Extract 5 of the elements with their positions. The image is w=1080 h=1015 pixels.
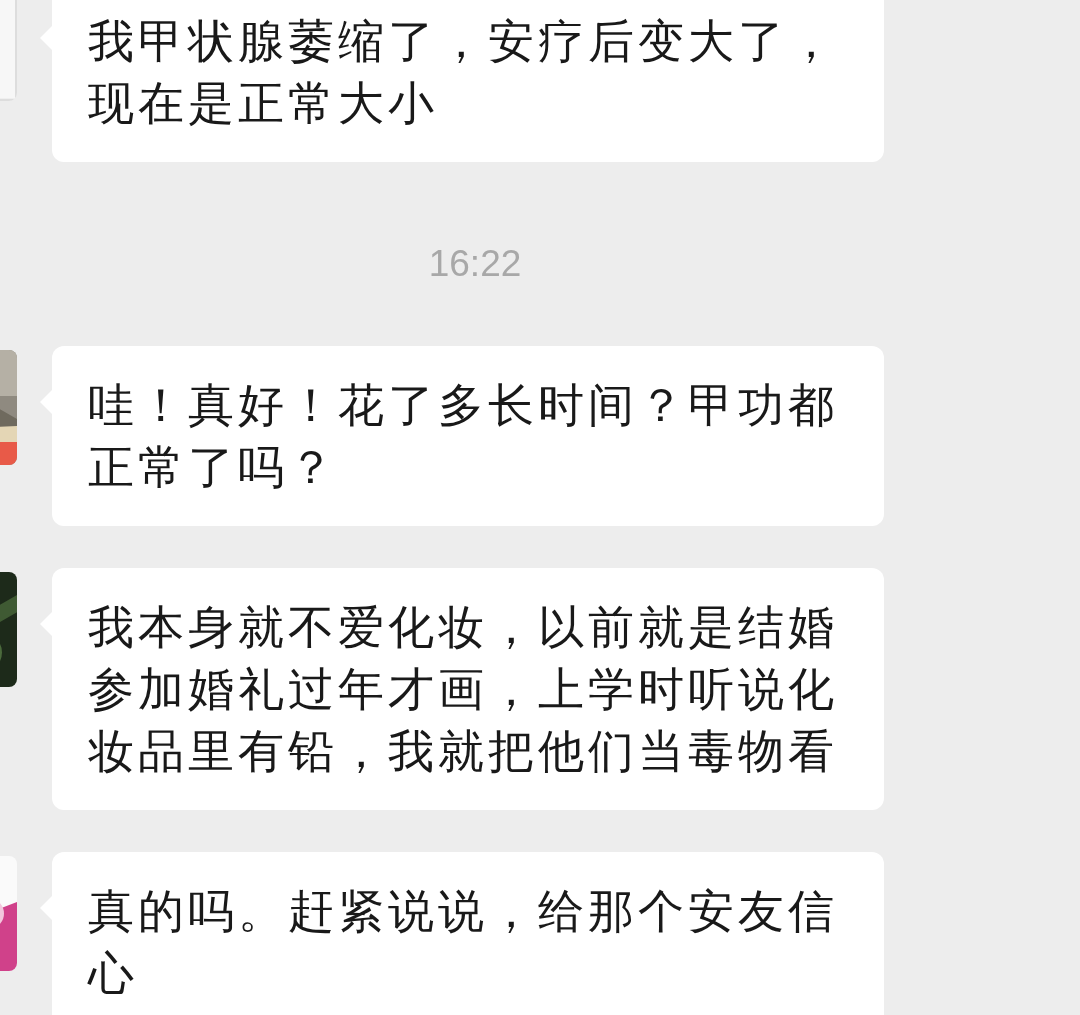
message-text: 哇！真好！花了多长时间？甲功都正常了吗？ [88, 377, 839, 495]
timestamp: 16:22 [428, 242, 522, 286]
message-text: 我甲状腺萎缩了，安疗后变大了，现在是正常大小 [88, 14, 839, 131]
message-text: 我本身就不爱化妆，以前就是结婚参加婚礼过年才画，上学时听说化妆品里有铅，我就把他们当毒物看 [88, 599, 839, 779]
message-text: 真的吗。赶紧说说，给那个安友信心 [88, 883, 839, 1001]
